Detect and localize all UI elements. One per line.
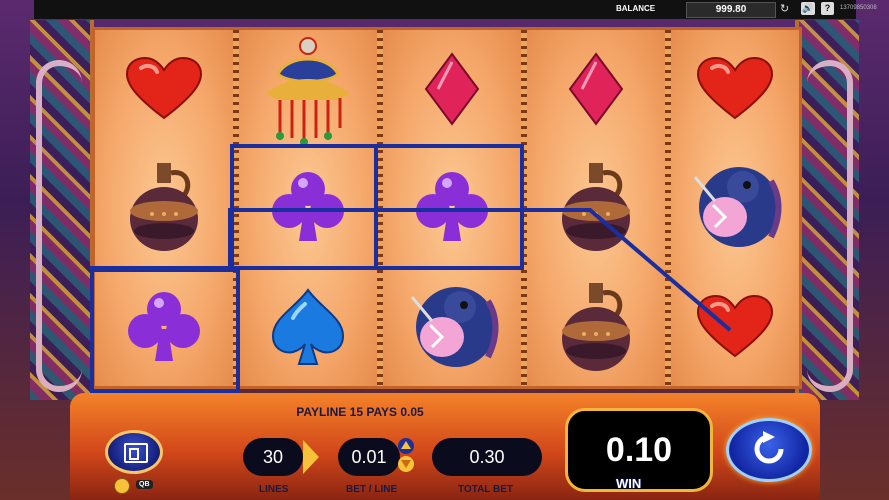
chevron-right-icon [303,440,319,474]
balance-label: BALANCE [616,4,656,13]
diamond-icon [424,52,480,126]
coin-icon[interactable] [114,478,130,494]
top-bar: BALANCE 999.80 ↻ 🔊 ? 13709850308 [34,0,877,19]
monkey-icon [410,287,499,367]
session-id: 13709850308 [840,5,877,11]
jug-icon [562,163,630,251]
paytable-button[interactable] [105,430,163,474]
decrease-bet-button[interactable] [398,456,414,472]
total-bet-label: TOTAL BET [458,484,513,495]
symbol-jug [95,148,233,266]
slot-game-stage: BALANCE 999.80 ↻ 🔊 ? 13709850308 PAYLINE… [0,0,889,500]
balance-value: 999.80 [686,2,776,18]
symbol-jewel-ornament [239,30,377,148]
bet-per-line-label: BET / LINE [346,484,398,495]
lines-label: LINES [259,484,289,495]
jug-icon [130,163,198,251]
symbol-spade [239,268,377,386]
symbol-jug [527,148,665,266]
jewel-ornament-icon [266,37,350,144]
payline-message: PAYLINE 15 PAYS 0.05 [296,405,424,419]
winning-cell-frame [230,144,378,270]
total-bet-field: 0.30 [432,438,542,476]
increase-bet-button[interactable] [398,438,414,454]
left-ornament [30,20,94,400]
spade-icon [271,288,345,365]
paytable-icon [124,443,148,463]
symbol-diamond [383,30,521,148]
bet-stepper[interactable] [396,436,416,474]
symbol-heart [671,30,799,148]
quick-bet-button[interactable]: QB [136,480,153,489]
right-ornament [795,20,859,400]
symbol-diamond [527,30,665,148]
symbol-jug [527,268,665,386]
symbol-monkey [383,268,521,386]
winning-cell-frame [374,144,524,270]
heart-icon [125,56,203,120]
symbol-heart [95,30,233,148]
reel-4 [527,30,665,386]
winning-cell-frame [90,268,240,394]
refresh-icon[interactable]: ↻ [780,2,789,15]
spin-button[interactable] [726,418,812,482]
diamond-icon [568,52,624,126]
spin-icon [754,431,784,464]
monkey-icon [693,167,782,247]
left-arch-decoration [36,60,82,392]
help-icon[interactable]: ? [821,2,834,15]
right-arch-decoration [807,60,853,392]
heart-icon [696,294,774,358]
win-label: WIN [616,476,642,491]
sound-icon[interactable]: 🔊 [801,2,815,15]
jug-icon [562,283,630,371]
symbol-heart [671,268,799,386]
heart-icon [696,56,774,120]
bet-per-line-field[interactable]: 0.01 [338,438,400,476]
reel-5 [671,30,799,386]
symbol-monkey [671,148,799,266]
lines-field[interactable]: 30 [243,438,303,476]
